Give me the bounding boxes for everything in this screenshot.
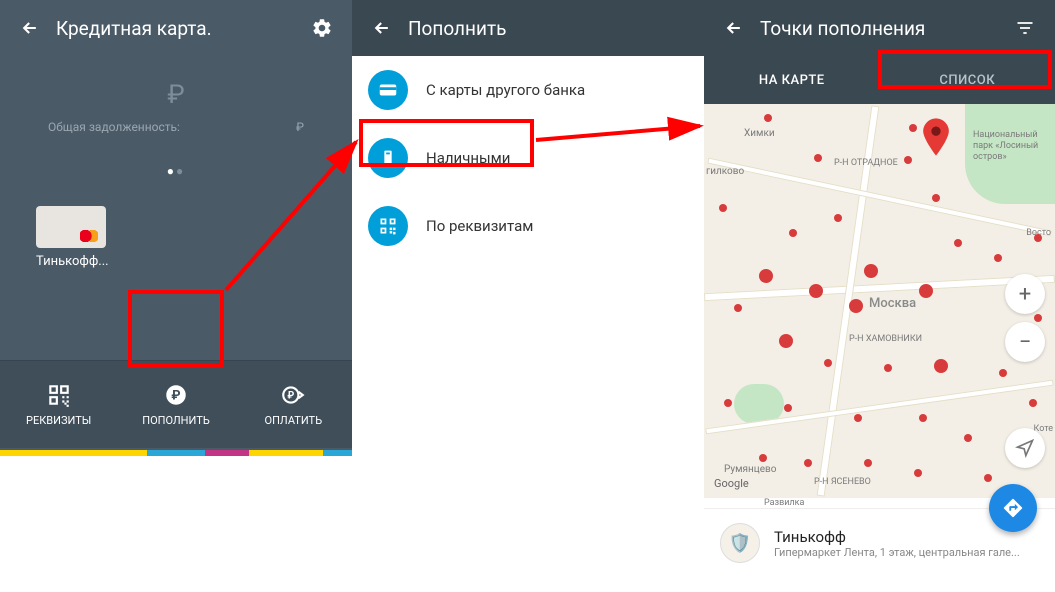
map-label: Румянцево	[724, 464, 776, 475]
page-title: Кредитная карта.	[56, 17, 304, 40]
details-button[interactable]: РЕКВИЗИТЫ	[0, 361, 117, 448]
directions-fab[interactable]	[989, 484, 1037, 532]
screen-credit-card: Кредитная карта. ₽ Общая задолженность: …	[0, 0, 352, 456]
svg-text:₽: ₽	[288, 390, 295, 401]
map-attribution: Google	[714, 477, 749, 490]
qr-icon	[46, 382, 72, 408]
filter-button[interactable]	[1007, 10, 1043, 46]
map-label: Москва	[869, 296, 916, 311]
result-subtitle: Гипермаркет Лента, 1 этаж, центральная г…	[774, 546, 1039, 559]
topup-button[interactable]: ₽ ПОПОЛНИТЬ	[117, 361, 234, 448]
screen-topup: Пополнить С карты другого банка Наличным…	[352, 0, 704, 456]
pay-button[interactable]: ₽ ОПЛАТИТЬ	[235, 361, 352, 448]
map-marker[interactable]	[922, 118, 950, 160]
option-requisites[interactable]: По реквизитам	[352, 192, 704, 260]
card-image	[36, 206, 106, 248]
svg-text:₽: ₽	[171, 388, 180, 403]
balance-ruble-icon: ₽	[0, 80, 352, 110]
card-name: Тинькофф...	[36, 254, 352, 269]
map-label: Р-Н ЯСЕНЕВО	[814, 477, 871, 487]
topup-icon: ₽	[163, 382, 189, 408]
page-title: Пополнить	[408, 17, 692, 40]
card-tile[interactable]: Тинькофф...	[36, 206, 352, 269]
map-label: Р-Н ХАМОВНИКИ	[849, 334, 922, 344]
debt-ruble-icon: ₽	[296, 120, 304, 134]
option-cash[interactable]: Наличными	[352, 124, 704, 192]
back-button[interactable]	[716, 10, 752, 46]
settings-button[interactable]	[304, 10, 340, 46]
back-button[interactable]	[364, 10, 400, 46]
debt-label: Общая задолженность:	[48, 120, 180, 134]
tabs: НА КАРТЕ СПИСОК	[704, 56, 1055, 104]
option-other-bank-card[interactable]: С карты другого банка	[352, 56, 704, 124]
map-label: Р-Н ОТРАДНОЕ	[834, 158, 898, 168]
pay-icon: ₽	[280, 382, 306, 408]
map-label: гилково	[706, 166, 744, 177]
header: Пополнить	[352, 0, 704, 56]
pager-dots: ●●	[0, 164, 352, 178]
map-view[interactable]: Химки гилково Р-Н ОТРАДНОЕ Национальный …	[704, 104, 1055, 498]
back-button[interactable]	[12, 10, 48, 46]
qr-icon	[368, 206, 408, 246]
page-title: Точки пополнения	[760, 17, 1007, 40]
result-title: Тинькофф	[774, 528, 1039, 546]
map-label: Химки	[744, 128, 775, 139]
card-icon	[368, 70, 408, 110]
header: Точки пополнения	[704, 0, 1055, 56]
tab-map[interactable]: НА КАРТЕ	[704, 56, 880, 104]
action-bar: РЕКВИЗИТЫ ₽ ПОПОЛНИТЬ ₽ ОПЛАТИТЬ	[0, 360, 352, 448]
screen-topup-points: Точки пополнения НА КАРТЕ СПИСОК Химки г…	[704, 0, 1055, 592]
header: Кредитная карта.	[0, 0, 352, 56]
zoom-in-button[interactable]: +	[1005, 274, 1045, 314]
result-icon: 🛡️	[720, 523, 760, 563]
map-label: Национальный парк «Лосиный остров»	[973, 130, 1051, 162]
color-strip	[0, 450, 352, 456]
locate-button[interactable]	[1005, 428, 1045, 468]
cash-icon	[368, 138, 408, 178]
card-summary: ₽ Общая задолженность: ₽ ●● Тинькофф...	[0, 56, 352, 269]
tab-list[interactable]: СПИСОК	[880, 56, 1055, 104]
zoom-out-button[interactable]: −	[1005, 322, 1045, 362]
